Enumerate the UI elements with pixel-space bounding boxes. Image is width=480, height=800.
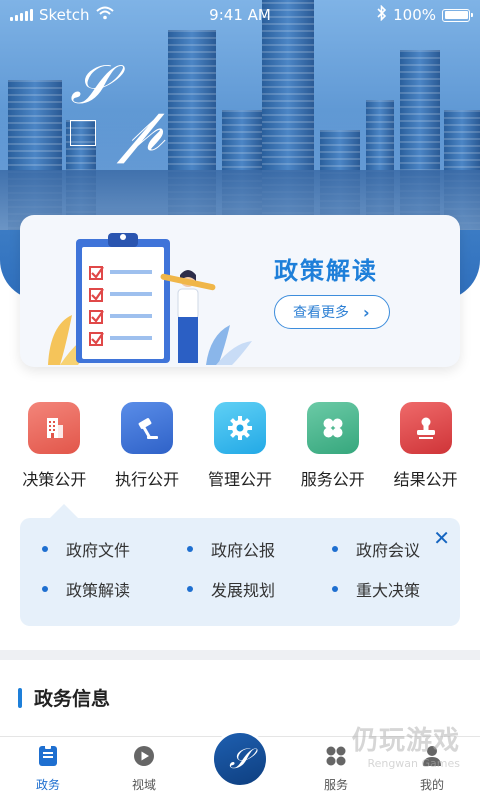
link-label: 政府公报: [211, 541, 276, 560]
bullet-dot: [332, 586, 338, 592]
link-item[interactable]: 政策解读: [40, 578, 185, 600]
tab-label: 政务: [35, 777, 60, 792]
category-label: 管理公开: [207, 470, 272, 489]
tab-home-logo[interactable]: 𝒮: [192, 729, 288, 800]
tab-label: 我的: [419, 777, 444, 792]
status-bar: Sketch 9:41 AM 100%: [0, 0, 480, 30]
category-management-open[interactable]: 管理公开: [194, 402, 286, 492]
bullet-dot: [332, 546, 338, 552]
link-label: 政策解读: [66, 581, 131, 600]
category-label: 决策公开: [22, 470, 87, 489]
watermark: 仍玩游戏 Rengwan Games: [352, 720, 460, 770]
category-label: 结果公开: [393, 470, 458, 489]
play-icon: [133, 745, 155, 770]
view-more-label: 查看更多: [293, 305, 349, 321]
bullet-dot: [187, 546, 193, 552]
tab-video[interactable]: 视域: [96, 737, 192, 800]
link-item[interactable]: 政府会议: [330, 538, 440, 560]
watermark-title: 仍玩游戏: [351, 726, 460, 756]
section-header: 政务信息: [18, 684, 110, 711]
policy-banner-card[interactable]: 政策解读 查看更多 ›: [20, 215, 460, 367]
status-time: 9:41 AM: [209, 6, 271, 24]
watermark-subtitle: Rengwan Games: [367, 757, 460, 770]
bluetooth-icon: [377, 4, 387, 25]
tab-label: 服务: [323, 777, 348, 792]
banner-title: 政策解读: [274, 257, 378, 285]
link-item[interactable]: 重大决策: [330, 578, 440, 600]
view-more-button[interactable]: 查看更多 ›: [274, 295, 390, 329]
gavel-icon: [121, 402, 174, 454]
battery-icon: [442, 8, 473, 22]
signal-icon: [10, 9, 33, 21]
chevron-right-icon: ›: [363, 302, 370, 322]
section-accent-bar: [18, 687, 22, 708]
tab-label: 视域: [131, 777, 156, 792]
link-item[interactable]: 发展规划: [185, 578, 330, 600]
category-label: 服务公开: [300, 470, 365, 489]
document-icon: [38, 744, 58, 770]
gear-icon: [213, 402, 266, 454]
bullet-dot: [42, 546, 48, 552]
category-links-panel: ✕ 政府文件 政府公报 政府会议 政策解读 发展规划 重大决策: [20, 504, 460, 626]
category-row: 决策公开 执行公开 管理公开 服务公开 结果公开: [0, 402, 480, 492]
link-label: 重大决策: [356, 581, 421, 600]
category-label: 执行公开: [115, 470, 180, 489]
clover-icon: [306, 402, 359, 454]
section-title: 政务信息: [34, 688, 111, 710]
grid-icon: [325, 745, 347, 770]
bullet-dot: [42, 586, 48, 592]
link-item[interactable]: 政府文件: [40, 538, 185, 560]
app-logo-script: 𝒮 𝓅: [70, 53, 165, 165]
category-decision-open[interactable]: 决策公开: [8, 402, 100, 492]
stamp-icon: [399, 402, 452, 454]
battery-percent: 100%: [393, 6, 436, 24]
category-result-open[interactable]: 结果公开: [380, 402, 472, 492]
category-service-open[interactable]: 服务公开: [287, 402, 379, 492]
link-label: 发展规划: [211, 581, 276, 600]
logo-seal: [70, 120, 96, 146]
building-icon: [28, 402, 81, 454]
bullet-dot: [187, 586, 193, 592]
wifi-icon: [95, 6, 114, 24]
clipboard-illustration: [48, 233, 252, 365]
carrier-name: Sketch: [39, 6, 90, 24]
link-label: 政府文件: [66, 541, 131, 560]
section-divider: [0, 650, 480, 660]
app-logo: 𝒮: [211, 729, 269, 788]
link-item[interactable]: 政府公报: [185, 538, 330, 560]
category-execution-open[interactable]: 执行公开: [101, 402, 193, 492]
tab-government-affairs[interactable]: 政务: [0, 737, 96, 800]
link-label: 政府会议: [356, 541, 421, 560]
